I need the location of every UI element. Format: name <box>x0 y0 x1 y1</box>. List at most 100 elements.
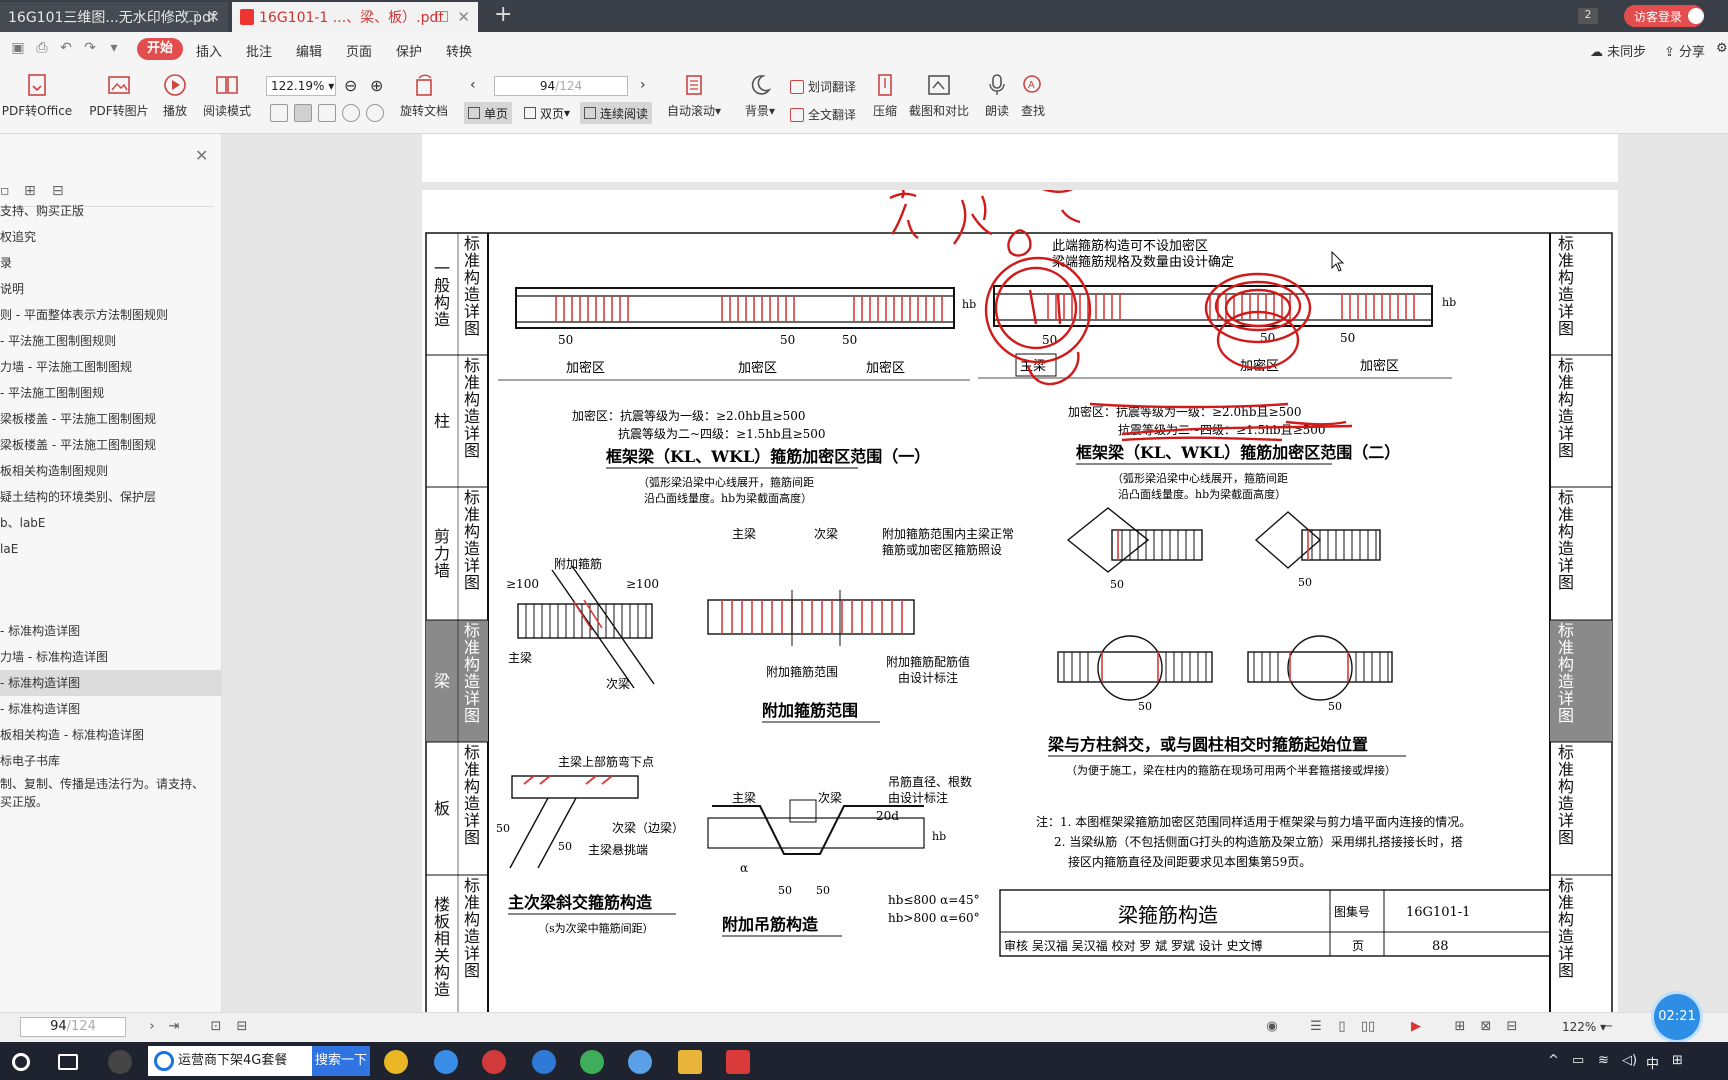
fit-width-icon[interactable] <box>318 104 336 122</box>
print-icon[interactable]: ⎙ <box>34 40 50 56</box>
eye-protection-icon[interactable]: ◉ <box>1264 1019 1280 1035</box>
continuous-read-button[interactable]: 连续阅读 <box>580 102 653 124</box>
menu-protect[interactable]: 保护 <box>396 41 422 60</box>
tab-restore-icon[interactable] <box>185 11 198 22</box>
redo-icon[interactable]: ↷ <box>82 40 98 56</box>
browser-icon[interactable] <box>434 1050 458 1074</box>
pdf-app-icon[interactable] <box>726 1050 750 1074</box>
sync-status[interactable]: ☁ 未同步 <box>1590 41 1646 60</box>
wifi-icon[interactable]: ≋ <box>1598 1053 1609 1068</box>
last-page-icon[interactable]: ⇥ <box>166 1019 182 1035</box>
status-page-input[interactable]: 94/124 <box>20 1017 126 1037</box>
close-icon[interactable]: ✕ <box>207 8 220 26</box>
zoom-select[interactable]: 122.19% ▾ <box>266 76 336 96</box>
menu-start[interactable]: 开始 <box>137 38 183 60</box>
single-page-button[interactable]: 单页 <box>464 102 513 124</box>
double-page-button[interactable]: 双页 ▾ <box>520 102 574 124</box>
background-button[interactable]: 背景▾ <box>742 72 778 119</box>
start-icon[interactable] <box>12 1053 30 1071</box>
fit-icon[interactable]: ⊡ <box>208 1019 224 1035</box>
actual-size-icon[interactable]: ⊞ <box>1452 1019 1468 1035</box>
outline-item[interactable]: 制、复制、传播是违法行为。请支持、 <box>0 774 221 794</box>
read-mode-button[interactable]: 阅读模式 <box>200 72 254 119</box>
wechat-icon[interactable] <box>580 1050 604 1074</box>
menu-edit[interactable]: 编辑 <box>296 41 322 60</box>
tab-document-1[interactable]: 16G101三维图...无水印修改.pdf ✕ <box>0 2 228 32</box>
outline-item[interactable]: 权追究 <box>0 224 221 250</box>
settings-icon[interactable]: ⚙ <box>1716 41 1728 56</box>
undo-icon[interactable]: ↶ <box>58 40 74 56</box>
fit-page-icon[interactable]: ⊠ <box>1478 1019 1494 1035</box>
ime-indicator[interactable]: 中 <box>1646 1053 1659 1072</box>
next-page-icon[interactable]: › <box>640 77 646 93</box>
menu-page[interactable]: 页面 <box>346 41 372 60</box>
fit-page-icon[interactable] <box>294 104 312 122</box>
outline-item[interactable]: 梁板楼盖 - 平法施工图制图规 <box>0 406 221 432</box>
page-number-input[interactable]: 94/124 <box>494 76 628 96</box>
outline-item[interactable]: 录 <box>0 250 221 276</box>
outline-item[interactable]: 板相关构造 - 标准构造详图 <box>0 722 221 748</box>
outline-item[interactable]: 疑土结构的环境类别、保护层 <box>0 484 221 510</box>
zoom-out-icon[interactable]: − <box>1600 1019 1616 1035</box>
outline-item[interactable]: - 标准构造详图 <box>0 618 221 644</box>
taskbar-search-input[interactable]: 运营商下架4G套餐 <box>148 1046 312 1076</box>
app-icon[interactable] <box>108 1050 132 1074</box>
outline-item[interactable]: 买正版。 <box>0 792 221 812</box>
pdf-to-image-button[interactable]: PDF转图片 <box>88 72 150 119</box>
pdf-to-office-button[interactable]: PDF转Office <box>0 72 74 119</box>
outline-item[interactable]: 则 - 平面整体表示方法制图规则 <box>0 302 221 328</box>
tab-restore-icon[interactable] <box>435 11 448 22</box>
outline-item[interactable]: b、labE <box>0 510 221 536</box>
window-count-badge[interactable]: 2 <box>1578 8 1598 24</box>
menu-convert[interactable]: 转换 <box>446 41 472 60</box>
close-icon[interactable]: ✕ <box>457 8 470 26</box>
visitor-login-button[interactable]: 访客登录 <box>1624 5 1704 27</box>
word-translate-button[interactable]: 划词翻译 <box>790 78 856 95</box>
tab-document-2[interactable]: 16G101-1 ...、梁、板）.pdf ✕ <box>232 2 478 32</box>
prev-page-icon[interactable]: ‹ <box>470 77 476 93</box>
next-page-icon[interactable]: › <box>144 1019 160 1035</box>
zoom-in-icon[interactable]: ⊕ <box>370 76 383 95</box>
quick-menu-icon[interactable]: ▾ <box>106 40 122 56</box>
rotate-left-icon[interactable] <box>342 104 360 122</box>
outline-item[interactable]: 标电子书库 <box>0 748 221 774</box>
search-button[interactable]: 搜索一下 <box>312 1046 370 1076</box>
menu-insert[interactable]: 插入 <box>196 41 222 60</box>
double-view-icon[interactable]: ▯▯ <box>1360 1019 1376 1035</box>
share-button[interactable]: ⇪ 分享 <box>1664 41 1705 60</box>
outline-item[interactable]: 说明 <box>0 276 221 302</box>
split-icon[interactable]: ⊟ <box>234 1019 250 1035</box>
outline-item[interactable]: 梁板楼盖 - 平法施工图制图规 <box>0 432 221 458</box>
continuous-view-icon[interactable]: ☰ <box>1308 1019 1324 1035</box>
play-button[interactable]: 播放 <box>158 72 192 119</box>
read-aloud-button[interactable]: 朗读 <box>984 72 1010 119</box>
input-method-icon[interactable]: ⊞ <box>1672 1053 1683 1068</box>
app-icon[interactable] <box>628 1050 652 1074</box>
single-view-icon[interactable]: ▯ <box>1334 1019 1350 1035</box>
cad-icon[interactable] <box>482 1050 506 1074</box>
volume-icon[interactable]: ◁) <box>1622 1053 1637 1068</box>
chrome-icon[interactable] <box>384 1050 408 1074</box>
outline-item[interactable]: 力墙 - 标准构造详图 <box>0 644 221 670</box>
save-icon[interactable]: ▣ <box>10 40 26 56</box>
bookmark-icon[interactable]: ⊟ <box>52 184 66 198</box>
menu-annotate[interactable]: 批注 <box>246 41 272 60</box>
zoom-out-icon[interactable]: ⊖ <box>344 76 357 95</box>
auto-scroll-button[interactable]: 自动滚动▾ <box>664 72 724 119</box>
new-tab-button[interactable]: + <box>494 2 512 27</box>
outline-item[interactable]: 力墙 - 平法施工图制图规 <box>0 354 221 380</box>
document-viewport[interactable]: 一般构造标准构造详图柱标准构造详图剪力墙标准构造详图梁标准构造详图板标准构造详图… <box>222 134 1728 1022</box>
ie-icon[interactable] <box>532 1050 556 1074</box>
outline-item[interactable]: 板相关构造制图规则 <box>0 458 221 484</box>
outline-icon[interactable]: ▫ <box>0 184 14 198</box>
outline-item[interactable]: - 标准构造详图 <box>0 670 221 696</box>
outline-item[interactable]: 支持、购买正版 <box>0 198 221 224</box>
outline-item[interactable]: - 平法施工图制图规则 <box>0 328 221 354</box>
full-translate-button[interactable]: 全文翻译 <box>790 106 856 123</box>
compress-button[interactable]: 压缩 <box>870 72 900 119</box>
outline-item[interactable]: laE <box>0 536 221 562</box>
find-button[interactable]: A 查找 <box>1020 72 1046 119</box>
play-icon[interactable]: ▶ <box>1408 1019 1424 1035</box>
bookmark-add-icon[interactable]: ⊞ <box>24 184 38 198</box>
fit-width-icon[interactable]: ⊟ <box>1504 1019 1520 1035</box>
